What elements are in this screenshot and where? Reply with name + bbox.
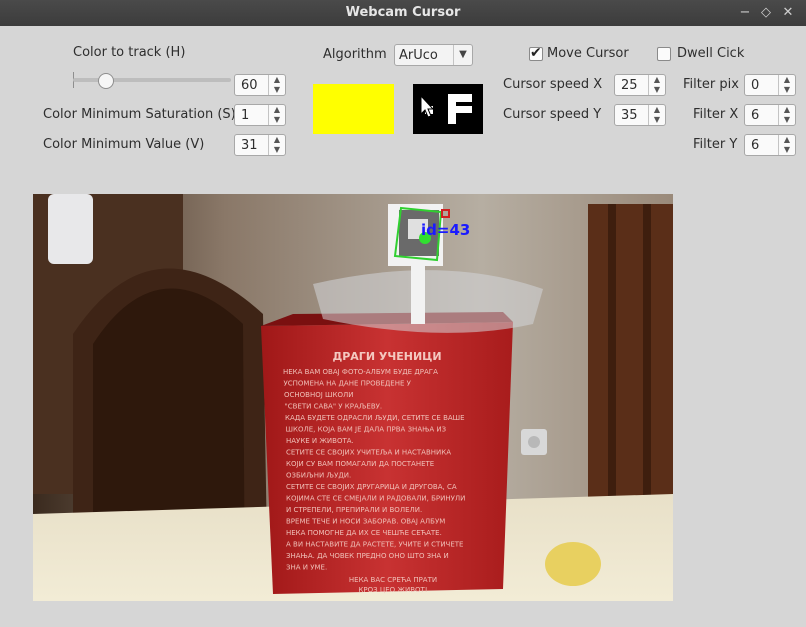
box-text-line: ВРЕМЕ ТЕЧЕ И НОСИ ЗАБОРАВ. ОВАЈ АЛБУМ <box>286 518 445 526</box>
box-text-line: УСПОМЕНА НА ДАНЕ ПРОВЕДЕНЕ У <box>284 380 412 388</box>
cursor-speed-x-label: Cursor speed X <box>503 77 603 92</box>
spin-up-icon[interactable]: ▲ <box>269 135 285 145</box>
filter-y-spinbox[interactable]: 6 ▲ ▼ <box>744 134 796 156</box>
box-text-line: КОЈИ СУ ВАМ ПОМАГАЛИ ДА ПОСТАНЕТЕ <box>286 460 434 468</box>
title-bar: Webcam Cursor − ◇ ✕ <box>0 0 806 26</box>
spin-down-icon[interactable]: ▼ <box>649 85 665 95</box>
box-text-line: ЗНА И УМЕ. <box>286 564 327 572</box>
spin-value: 6 <box>751 138 760 153</box>
box-text-line: И СТРЕПЕЛИ, ПРЕПИРАЛИ И ВОЛЕЛИ. <box>286 506 422 514</box>
spin-up-icon[interactable]: ▲ <box>779 105 795 115</box>
box-text-line: СЕТИТЕ СЕ СВОЈИХ ДРУГАРИЦА И ДРУГОВА, СА <box>286 483 457 491</box>
marker-id-label: id=43 <box>421 221 470 239</box>
filter-y-label: Filter Y <box>693 137 738 152</box>
box-text-line: КОЈИМА СТЕ СЕ СМЕЈАЛИ И РАДОВАЛИ, БРИНУЛ… <box>286 495 465 503</box>
spin-down-icon[interactable]: ▼ <box>779 85 795 95</box>
algorithm-label: Algorithm <box>323 47 387 62</box>
spin-down-icon[interactable]: ▼ <box>779 115 795 125</box>
spin-down-icon[interactable]: ▼ <box>269 145 285 155</box>
spin-down-icon[interactable]: ▼ <box>269 115 285 125</box>
hue-slider-track[interactable] <box>73 78 231 82</box>
box-footer-1: НЕКА ВАС СРЕЋА ПРАТИ <box>349 576 437 584</box>
box-footer-2: КРОЗ ЦЕО ЖИВОТ! <box>358 586 427 594</box>
webcam-feed: id=43 ДРАГИ УЧЕНИЦИ НЕКА ВАМ ОВАЈ ФОТО-А… <box>33 194 673 601</box>
maximize-icon[interactable]: ◇ <box>757 4 775 22</box>
box-text-line: "СВЕТИ САВА" У КРАЉЕВУ. <box>285 403 383 411</box>
min-saturation-spinbox[interactable]: 1 ▲ ▼ <box>234 104 286 126</box>
algorithm-value: ArUco <box>399 48 438 63</box>
spin-down-icon[interactable]: ▼ <box>269 85 285 95</box>
spin-value: 6 <box>751 108 760 123</box>
close-icon[interactable]: ✕ <box>779 4 797 22</box>
spin-up-icon[interactable]: ▲ <box>649 105 665 115</box>
main-panel: Color to track (H) 60 ▲ ▼ Color Minimum S… <box>0 26 806 627</box>
color-to-track-label: Color to track (H) <box>73 45 186 60</box>
box-text-line: ОЗБИЉНИ ЉУДИ. <box>286 472 351 480</box>
min-saturation-label: Color Minimum Saturation (S) <box>43 107 236 122</box>
color-to-track-spinbox[interactable]: 60 ▲ ▼ <box>234 74 286 96</box>
box-text-line: А ВИ НАСТАВИТЕ ДА РАСТЕТЕ, УЧИТЕ И СТИЧЕ… <box>286 541 463 549</box>
filter-x-spinbox[interactable]: 6 ▲ ▼ <box>744 104 796 126</box>
box-title: ДРАГИ УЧЕНИЦИ <box>332 350 441 363</box>
min-value-label: Color Minimum Value (V) <box>43 137 205 152</box>
aruco-marker-preview <box>413 84 483 134</box>
cursor-speed-x-spinbox[interactable]: 25 ▲ ▼ <box>614 74 666 96</box>
spin-up-icon[interactable]: ▲ <box>269 105 285 115</box>
filter-pix-spinbox[interactable]: 0 ▲ ▼ <box>744 74 796 96</box>
hue-slider-handle[interactable] <box>98 73 114 89</box>
webcam-frame: id=43 ДРАГИ УЧЕНИЦИ НЕКА ВАМ ОВАЈ ФОТО-А… <box>33 194 673 601</box>
spin-value: 1 <box>241 108 250 123</box>
cursor-speed-y-label: Cursor speed Y <box>503 107 602 122</box>
box-text-line: ОСНОВНОЈ ШКОЛИ <box>284 391 354 399</box>
tracked-color-swatch <box>313 84 394 134</box>
filter-x-label: Filter X <box>693 107 739 122</box>
dwell-click-checkbox[interactable] <box>657 47 671 61</box>
box-text-line: НАУКЕ И ЖИВОТА. <box>286 437 354 445</box>
spin-up-icon[interactable]: ▲ <box>269 75 285 85</box>
minimize-icon[interactable]: − <box>736 4 754 22</box>
spin-value: 31 <box>241 138 258 153</box>
spin-up-icon[interactable]: ▲ <box>779 135 795 145</box>
spin-value: 35 <box>621 108 638 123</box>
box-text-line: ЗНАЊА. ДА ЧОВЕК ПРЕДНО ОНО ШТО ЗНА И <box>286 552 449 560</box>
chevron-down-icon: ▼ <box>453 45 472 65</box>
dwell-click-label: Dwell Cick <box>677 46 745 61</box>
algorithm-select[interactable]: ArUco ▼ <box>394 44 473 66</box>
move-cursor-label: Move Cursor <box>547 46 629 61</box>
spin-value: 0 <box>751 78 760 93</box>
box-text-line: ШКОЛЕ, КОЈА ВАМ ЈЕ ДАЛА ПРВА ЗНАЊА ИЗ <box>286 426 447 434</box>
cursor-speed-y-spinbox[interactable]: 35 ▲ ▼ <box>614 104 666 126</box>
min-value-spinbox[interactable]: 31 ▲ ▼ <box>234 134 286 156</box>
spin-up-icon[interactable]: ▲ <box>649 75 665 85</box>
spin-value: 25 <box>621 78 638 93</box>
move-cursor-checkbox[interactable]: ✔ <box>529 45 543 61</box>
spin-up-icon[interactable]: ▲ <box>779 75 795 85</box>
spin-value: 60 <box>241 78 258 93</box>
spin-down-icon[interactable]: ▼ <box>649 115 665 125</box>
checkmark-icon: ✔ <box>530 45 542 61</box>
box-text-line: НЕКА ПОМОГНЕ ДА ИХ СЕ ЧЕШЋЕ СЕЋАТЕ. <box>286 529 442 537</box>
spin-down-icon[interactable]: ▼ <box>779 145 795 155</box>
box-text-line: КАДА БУДЕТЕ ОДРАСЛИ ЉУДИ, СЕТИТЕ СЕ ВАШЕ <box>285 414 465 422</box>
filter-pix-label: Filter pix <box>683 77 739 92</box>
window-title: Webcam Cursor <box>345 5 461 20</box>
app-window: Webcam Cursor − ◇ ✕ Color to track (H) 6… <box>0 0 806 627</box>
box-text-line: НЕКА ВАМ ОВАЈ ФОТО-АЛБУМ БУДЕ ДРАГА <box>283 368 438 376</box>
box-text-line: СЕТИТЕ СЕ СВОЈИХ УЧИТЕЉА И НАСТАВНИКА <box>286 449 451 457</box>
